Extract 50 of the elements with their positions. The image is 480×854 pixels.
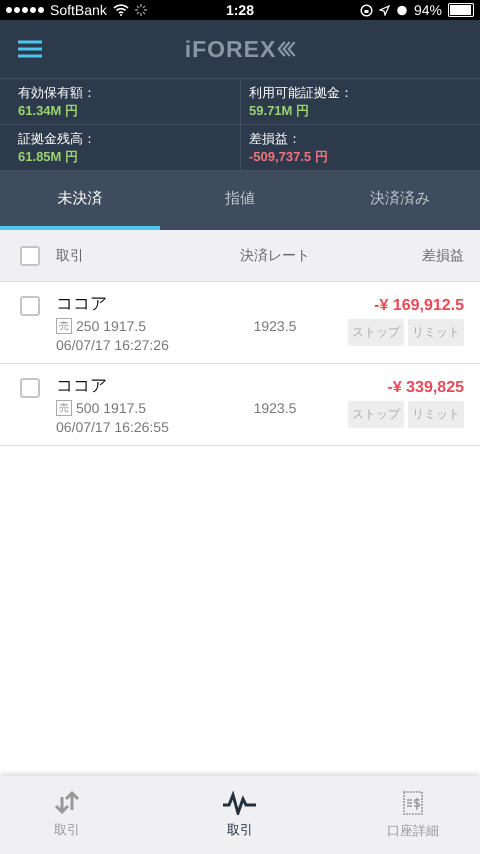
side-tag: 売 bbox=[56, 400, 72, 416]
column-header: 差損益 bbox=[421, 246, 465, 264]
trade-time: 06/07/17 16:26:55 bbox=[56, 419, 170, 435]
battery-percent: 94% bbox=[414, 2, 442, 18]
close-rate: 1923.5 bbox=[252, 318, 298, 334]
tab[interactable]: 決済済み bbox=[320, 171, 480, 230]
chevrons-icon bbox=[277, 40, 296, 58]
pulse-icon bbox=[222, 791, 258, 815]
logo-text: iFOREX bbox=[184, 36, 276, 62]
column-header: 決済レート bbox=[239, 246, 311, 264]
summary-value: 61.85M 円 bbox=[18, 148, 79, 166]
close-rate: 1923.5 bbox=[252, 400, 298, 416]
summary-label: 利用可能証拠金： bbox=[249, 84, 354, 102]
nav-tab[interactable]: 口座詳細 bbox=[358, 776, 468, 854]
order-button[interactable]: ストップ bbox=[348, 319, 404, 346]
summary-value: 59.71M 円 bbox=[249, 102, 310, 120]
summary-label: 差損益： bbox=[249, 130, 302, 148]
summary-value: -509,737.5 円 bbox=[249, 148, 329, 166]
location-icon bbox=[378, 4, 390, 16]
side-tag: 売 bbox=[56, 318, 72, 334]
row-checkbox[interactable] bbox=[20, 378, 40, 398]
spinner-icon bbox=[134, 4, 147, 16]
receipt-icon bbox=[402, 790, 424, 816]
row-checkbox[interactable] bbox=[20, 296, 40, 316]
order-button[interactable]: リミット bbox=[408, 319, 464, 346]
order-button[interactable]: リミット bbox=[408, 401, 464, 428]
summary-value: 61.34M 円 bbox=[18, 102, 79, 120]
wifi-icon bbox=[112, 4, 129, 16]
trade-detail: 250 1917.5 bbox=[76, 318, 146, 334]
signal-icon bbox=[6, 7, 44, 13]
carrier-name: SoftBank bbox=[50, 2, 107, 18]
instrument-name: ココア bbox=[56, 293, 108, 315]
tab[interactable]: 指値 bbox=[160, 171, 320, 230]
instrument-name: ココア bbox=[56, 375, 108, 397]
rotation-lock-icon bbox=[360, 4, 373, 16]
column-header: 取引 bbox=[56, 246, 85, 264]
swap-arrows-icon bbox=[53, 791, 81, 815]
trade-time: 06/07/17 16:27:26 bbox=[56, 337, 170, 353]
nav-tab[interactable]: 取引 bbox=[185, 776, 295, 854]
clock-time: 1:28 bbox=[226, 2, 254, 18]
summary-label: 証拠金残高： bbox=[18, 130, 97, 148]
profit-loss: -¥ 169,912.5 bbox=[374, 297, 464, 315]
order-button[interactable]: ストップ bbox=[348, 401, 404, 428]
trade-detail: 500 1917.5 bbox=[76, 400, 146, 416]
select-all-checkbox[interactable] bbox=[20, 246, 40, 266]
menu-icon[interactable] bbox=[18, 40, 42, 58]
profit-loss: -¥ 339,825 bbox=[387, 379, 464, 397]
nav-tab[interactable]: 取引 bbox=[12, 776, 122, 854]
summary-label: 有効保有額： bbox=[18, 84, 97, 102]
battery-icon bbox=[448, 3, 474, 17]
